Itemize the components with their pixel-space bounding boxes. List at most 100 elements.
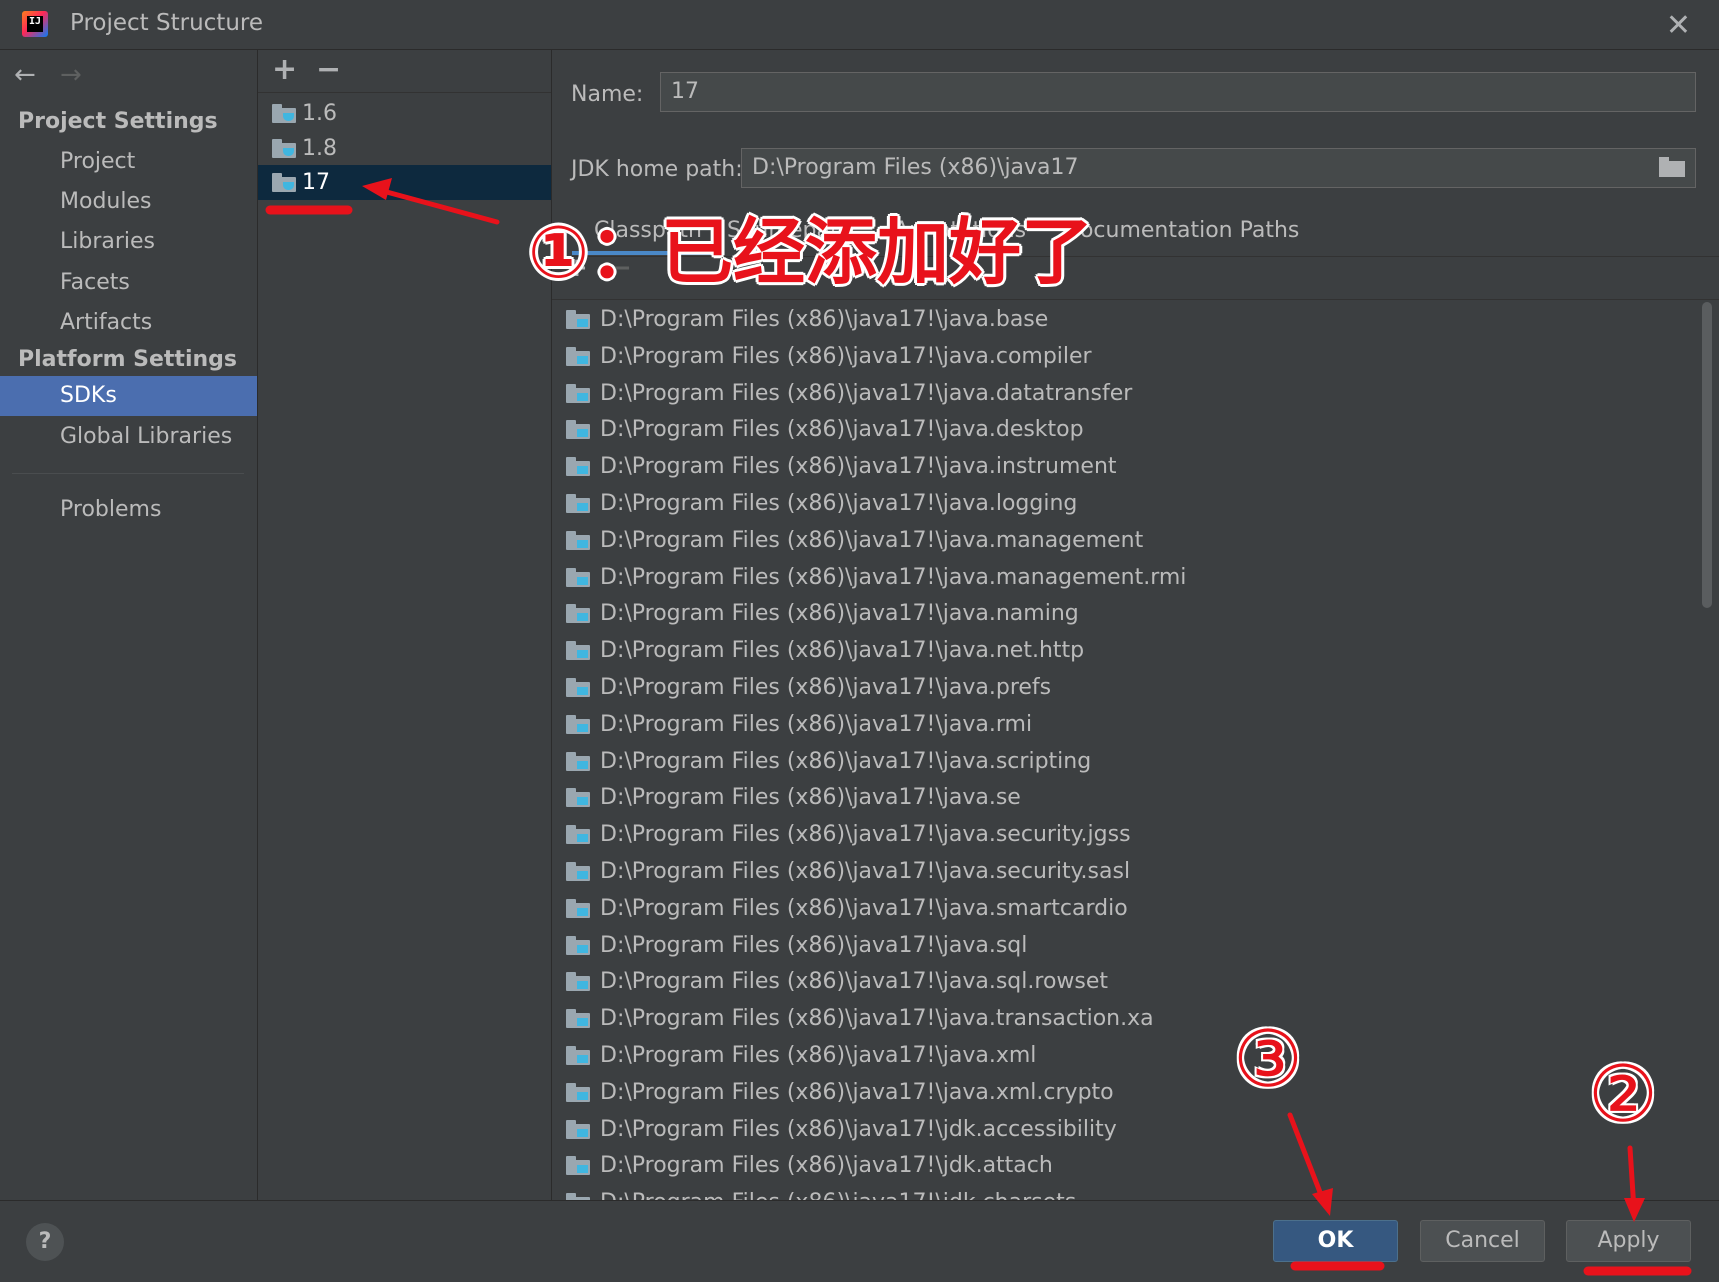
classpath-row-label: D:\Program Files (x86)\java17!\java.sql.…: [600, 969, 1109, 995]
jar-folder-icon: [566, 530, 590, 550]
sidebar-item-libraries[interactable]: Libraries: [0, 222, 257, 262]
sdk-item-label: 1.6: [302, 101, 337, 126]
classpath-row-label: D:\Program Files (x86)\java17!\java.smar…: [600, 895, 1128, 921]
classpath-row-label: D:\Program Files (x86)\java17!\java.data…: [600, 380, 1133, 406]
cancel-button[interactable]: Cancel: [1420, 1220, 1545, 1262]
classpath-row[interactable]: D:\Program Files (x86)\java17!\jdk.acces…: [566, 1112, 1117, 1148]
jar-folder-icon: [566, 310, 590, 329]
sidebar-divider: [12, 473, 244, 474]
classpath-row-label: D:\Program Files (x86)\java17!\java.logg…: [600, 491, 1078, 516]
classpath-row-label: D:\Program Files (x86)\java17!\java.pref…: [600, 675, 1052, 700]
name-field[interactable]: 17: [660, 72, 1696, 112]
annotation-step3: ③: [1233, 1015, 1303, 1105]
sidebar-item-project[interactable]: Project: [0, 142, 257, 182]
jar-folder-icon: [566, 1046, 590, 1065]
jdk-folder-icon: [272, 139, 296, 158]
add-sdk-button[interactable]: +: [272, 52, 297, 87]
jar-folder-icon: [566, 788, 590, 808]
classpath-row[interactable]: D:\Program Files (x86)\java17!\jdk.attac…: [566, 1148, 1053, 1184]
classpath-row[interactable]: D:\Program Files (x86)\java17!\java.data…: [566, 376, 1132, 412]
classpath-row[interactable]: D:\Program Files (x86)\java17!\java.xml.…: [566, 1075, 1114, 1111]
sidebar-item-global-libraries[interactable]: Global Libraries: [0, 417, 257, 457]
sidebar-item-artifacts[interactable]: Artifacts: [0, 303, 257, 343]
classpath-list: D:\Program Files (x86)\java17!\java.base…: [552, 300, 1700, 1200]
sdk-item-1-6[interactable]: 1.6: [258, 96, 551, 131]
jar-folder-icon: [566, 862, 590, 881]
classpath-row[interactable]: D:\Program Files (x86)\java17!\java.desk…: [566, 412, 1084, 448]
classpath-row-label: D:\Program Files (x86)\java17!\java.inst…: [600, 454, 1117, 480]
classpath-row[interactable]: D:\Program Files (x86)\java17!\java.sql.…: [566, 964, 1108, 1000]
classpath-row[interactable]: D:\Program Files (x86)\java17!\java.secu…: [566, 854, 1130, 890]
jar-folder-icon: [566, 825, 590, 845]
jar-folder-icon: [566, 1082, 590, 1102]
classpath-row[interactable]: D:\Program Files (x86)\java17!\java.scri…: [566, 744, 1091, 780]
jar-folder-icon: [566, 641, 590, 661]
classpath-row-label: D:\Program Files (x86)\java17!\jdk.acces…: [600, 1116, 1117, 1142]
jar-folder-icon: [566, 457, 590, 477]
classpath-row-label: D:\Program Files (x86)\java17!\jdk.chars…: [600, 1190, 1076, 1200]
platform-settings-header: Platform Settings: [18, 347, 237, 372]
classpath-row[interactable]: D:\Program Files (x86)\java17!\java.rmi: [566, 707, 1032, 743]
classpath-row-label: D:\Program Files (x86)\java17!\java.secu…: [600, 822, 1131, 848]
sidebar-item-sdks[interactable]: SDKs: [0, 376, 257, 416]
help-button[interactable]: ?: [26, 1223, 64, 1261]
dialog-button-bar: ? OK Cancel Apply: [0, 1200, 1719, 1282]
classpath-row-label: D:\Program Files (x86)\java17!\java.xml: [600, 1043, 1037, 1068]
sdk-item-label: 1.8: [302, 136, 337, 161]
jar-folder-icon: [566, 714, 590, 734]
sdk-item-17[interactable]: 17: [258, 165, 551, 200]
sdk-list-panel: + − 1.6 1.8 17: [258, 50, 552, 1200]
classpath-row-label: D:\Program Files (x86)\java17!\java.desk…: [600, 417, 1084, 443]
jar-folder-icon: [566, 678, 590, 697]
classpath-row-label: D:\Program Files (x86)\java17!\java.xml.…: [600, 1079, 1114, 1105]
classpath-row[interactable]: D:\Program Files (x86)\java17!\java.mana…: [566, 523, 1143, 559]
sidebar-item-problems[interactable]: Problems: [0, 490, 257, 530]
jar-folder-icon: [566, 1193, 590, 1200]
classpath-row[interactable]: D:\Program Files (x86)\java17!\java.tran…: [566, 1001, 1154, 1037]
classpath-row[interactable]: D:\Program Files (x86)\java17!\java.net.…: [566, 633, 1084, 669]
classpath-row[interactable]: D:\Program Files (x86)\java17!\java.xml: [566, 1038, 1036, 1074]
annotation-step2: ②: [1588, 1050, 1658, 1140]
classpath-row[interactable]: D:\Program Files (x86)\java17!\java.inst…: [566, 449, 1117, 485]
folder-browse-icon[interactable]: [1659, 157, 1685, 177]
classpath-row[interactable]: D:\Program Files (x86)\java17!\java.secu…: [566, 817, 1131, 853]
tab-documentation-paths[interactable]: Documentation Paths: [1063, 218, 1299, 243]
sdk-item-1-8[interactable]: 1.8: [258, 131, 551, 166]
jar-folder-icon: [566, 751, 590, 771]
jar-folder-icon: [566, 1009, 590, 1029]
close-icon[interactable]: ✕: [1666, 8, 1691, 43]
classpath-row-label: D:\Program Files (x86)\java17!\java.se: [600, 785, 1021, 811]
jdk-folder-icon: [272, 104, 296, 123]
classpath-row[interactable]: D:\Program Files (x86)\java17!\jdk.chars…: [566, 1185, 1076, 1200]
classpath-row-label: D:\Program Files (x86)\java17!\java.secu…: [600, 859, 1131, 884]
forward-arrow-icon[interactable]: →: [60, 60, 82, 90]
remove-sdk-button[interactable]: −: [316, 52, 341, 87]
classpath-row[interactable]: D:\Program Files (x86)\java17!\java.smar…: [566, 891, 1128, 927]
jar-folder-icon: [566, 1156, 590, 1176]
sidebar-item-modules[interactable]: Modules: [0, 182, 257, 222]
classpath-row[interactable]: D:\Program Files (x86)\java17!\java.sql: [566, 928, 1027, 964]
scrollbar[interactable]: [1702, 302, 1712, 608]
classpath-row[interactable]: D:\Program Files (x86)\java17!\java.se: [566, 780, 1021, 816]
jar-folder-icon: [566, 346, 590, 366]
window-title: Project Structure: [70, 10, 263, 36]
classpath-row[interactable]: D:\Program Files (x86)\java17!\java.nami…: [566, 596, 1079, 632]
ok-button[interactable]: OK: [1273, 1220, 1398, 1262]
classpath-row[interactable]: D:\Program Files (x86)\java17!\java.logg…: [566, 486, 1077, 522]
classpath-row[interactable]: D:\Program Files (x86)\java17!\java.mana…: [566, 560, 1186, 596]
jar-folder-icon: [566, 604, 590, 624]
classpath-row-label: D:\Program Files (x86)\java17!\java.sql: [600, 932, 1028, 958]
jdk-home-path-value: D:\Program Files (x86)\java17: [752, 155, 1079, 180]
jdk-home-path-field[interactable]: D:\Program Files (x86)\java17: [741, 148, 1696, 188]
classpath-row[interactable]: D:\Program Files (x86)\java17!\java.comp…: [566, 339, 1092, 375]
classpath-row[interactable]: D:\Program Files (x86)\java17!\java.base: [566, 302, 1048, 338]
classpath-row-label: D:\Program Files (x86)\java17!\java.comp…: [600, 343, 1092, 369]
sdk-toolbar: + −: [258, 50, 551, 93]
classpath-row-label: D:\Program Files (x86)\java17!\java.nami…: [600, 601, 1079, 627]
back-arrow-icon[interactable]: ←: [14, 60, 36, 90]
classpath-row[interactable]: D:\Program Files (x86)\java17!\java.pref…: [566, 670, 1051, 706]
sidebar-item-facets[interactable]: Facets: [0, 263, 257, 303]
apply-button[interactable]: Apply: [1566, 1220, 1691, 1262]
classpath-row-label: D:\Program Files (x86)\java17!\java.rmi: [600, 711, 1033, 737]
name-label: Name:: [571, 82, 644, 107]
